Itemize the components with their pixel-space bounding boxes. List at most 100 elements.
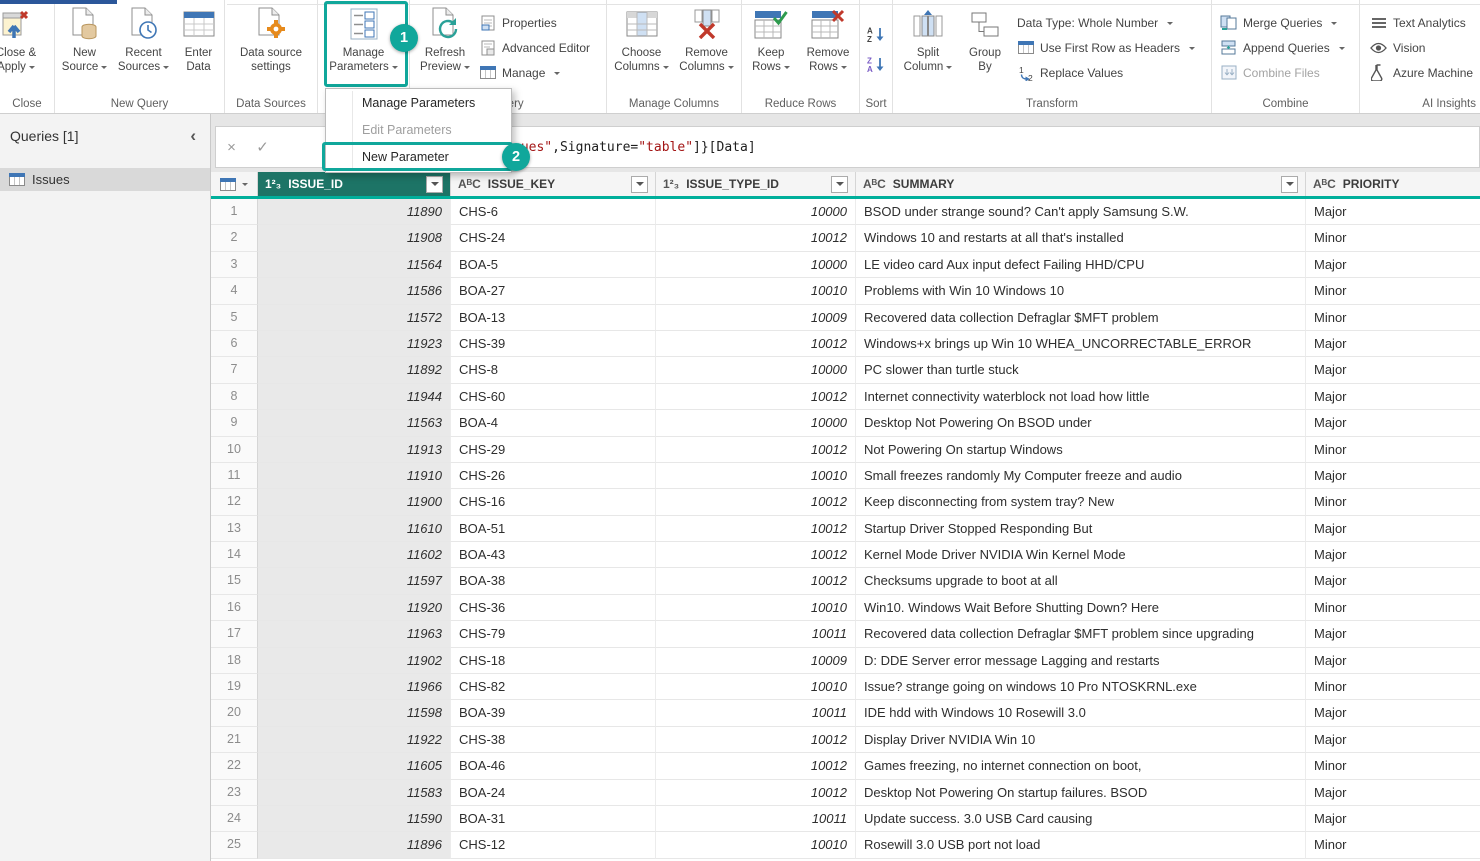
cell-issue-id[interactable]: 11902 xyxy=(258,648,451,674)
cell-issue-id[interactable]: 11890 xyxy=(258,199,451,225)
cell-summary[interactable]: Kernel Mode Driver NVIDIA Win Kernel Mod… xyxy=(856,542,1306,568)
cell-issue-id[interactable]: 11892 xyxy=(258,357,451,383)
row-number-cell[interactable]: 18 xyxy=(211,648,258,674)
data-type-button[interactable]: Data Type: Whole Number xyxy=(1017,14,1195,31)
cell-summary[interactable]: Games freezing, no internet connection o… xyxy=(856,753,1306,779)
filter-dropdown-button[interactable] xyxy=(1281,176,1298,193)
row-number-cell[interactable]: 6 xyxy=(211,331,258,357)
cell-issue-type-id[interactable]: 10012 xyxy=(656,516,856,542)
cell-issue-key[interactable]: CHS-82 xyxy=(451,674,656,700)
row-number-cell[interactable]: 12 xyxy=(211,489,258,515)
cell-summary[interactable]: Recovered data collection Defraglar $MFT… xyxy=(856,621,1306,647)
cell-issue-type-id[interactable]: 10012 xyxy=(656,225,856,251)
cell-issue-id[interactable]: 11963 xyxy=(258,621,451,647)
cell-summary[interactable]: Checksums upgrade to boot at all xyxy=(856,568,1306,594)
cell-issue-id[interactable]: 11597 xyxy=(258,568,451,594)
cell-priority[interactable]: Major xyxy=(1306,621,1480,647)
cell-issue-key[interactable]: CHS-60 xyxy=(451,384,656,410)
row-number-cell[interactable]: 1 xyxy=(211,199,258,225)
split-column-button[interactable]: Split Column xyxy=(897,5,959,74)
cell-priority[interactable]: Major xyxy=(1306,357,1480,383)
cell-issue-key[interactable]: BOA-51 xyxy=(451,516,656,542)
column-header-issue-key[interactable]: AᴮCISSUE_KEY xyxy=(451,172,656,196)
cell-priority[interactable]: Major xyxy=(1306,727,1480,753)
cell-priority[interactable]: Minor xyxy=(1306,305,1480,331)
cell-issue-id[interactable]: 11590 xyxy=(258,806,451,832)
cell-issue-key[interactable]: CHS-18 xyxy=(451,648,656,674)
choose-columns-button[interactable]: Choose Columns xyxy=(611,5,673,74)
column-header-issue-id[interactable]: 1²₃ISSUE_ID xyxy=(258,172,451,196)
cell-issue-key[interactable]: CHS-12 xyxy=(451,832,656,858)
close-apply-button[interactable]: Close & Apply xyxy=(0,5,49,74)
cell-issue-type-id[interactable]: 10010 xyxy=(656,832,856,858)
cell-priority[interactable]: Major xyxy=(1306,199,1480,225)
cell-issue-id[interactable]: 11900 xyxy=(258,489,451,515)
row-number-cell[interactable]: 10 xyxy=(211,437,258,463)
cell-issue-id[interactable]: 11598 xyxy=(258,700,451,726)
row-number-cell[interactable]: 17 xyxy=(211,621,258,647)
cell-summary[interactable]: Windows+x brings up Win 10 WHEA_UNCORREC… xyxy=(856,331,1306,357)
cell-issue-type-id[interactable]: 10012 xyxy=(656,727,856,753)
cell-issue-id[interactable]: 11913 xyxy=(258,437,451,463)
cell-issue-key[interactable]: CHS-26 xyxy=(451,463,656,489)
cell-issue-key[interactable]: BOA-13 xyxy=(451,305,656,331)
text-analytics-button[interactable]: Text Analytics xyxy=(1370,14,1473,31)
cell-issue-key[interactable]: BOA-5 xyxy=(451,252,656,278)
cell-issue-id[interactable]: 11602 xyxy=(258,542,451,568)
row-number-cell[interactable]: 19 xyxy=(211,674,258,700)
cell-priority[interactable]: Major xyxy=(1306,648,1480,674)
row-number-cell[interactable]: 24 xyxy=(211,806,258,832)
new-source-button[interactable]: New Source xyxy=(58,5,112,74)
cell-priority[interactable]: Minor xyxy=(1306,832,1480,858)
cell-issue-key[interactable]: CHS-29 xyxy=(451,437,656,463)
append-queries-button[interactable]: Append Queries xyxy=(1220,39,1345,56)
cell-issue-key[interactable]: CHS-6 xyxy=(451,199,656,225)
cell-issue-type-id[interactable]: 10010 xyxy=(656,463,856,489)
cell-issue-type-id[interactable]: 10011 xyxy=(656,700,856,726)
cell-issue-type-id[interactable]: 10011 xyxy=(656,621,856,647)
azure-machine-learning-button[interactable]: Azure Machine xyxy=(1370,64,1473,81)
filter-dropdown-button[interactable] xyxy=(426,176,443,193)
cell-priority[interactable]: Major xyxy=(1306,331,1480,357)
cell-issue-key[interactable]: CHS-39 xyxy=(451,331,656,357)
remove-rows-button[interactable]: Remove Rows xyxy=(800,5,856,74)
cell-issue-id[interactable]: 11605 xyxy=(258,753,451,779)
row-number-cell[interactable]: 15 xyxy=(211,568,258,594)
cell-priority[interactable]: Major xyxy=(1306,700,1480,726)
cell-issue-type-id[interactable]: 10010 xyxy=(656,595,856,621)
cell-summary[interactable]: Display Driver NVIDIA Win 10 xyxy=(856,727,1306,753)
cell-priority[interactable]: Major xyxy=(1306,806,1480,832)
select-all-corner-button[interactable] xyxy=(211,172,258,196)
file-tab-sliver[interactable] xyxy=(0,0,117,4)
row-number-cell[interactable]: 2 xyxy=(211,225,258,251)
refresh-preview-button[interactable]: Refresh Preview xyxy=(414,5,476,74)
cell-issue-type-id[interactable]: 10012 xyxy=(656,568,856,594)
cell-priority[interactable]: Major xyxy=(1306,384,1480,410)
cell-summary[interactable]: BSOD under strange sound? Can't apply Sa… xyxy=(856,199,1306,225)
cell-priority[interactable]: Major xyxy=(1306,516,1480,542)
cell-summary[interactable]: Recovered data collection Defraglar $MFT… xyxy=(856,305,1306,331)
cell-summary[interactable]: Windows 10 and restarts at all that's in… xyxy=(856,225,1306,251)
cell-issue-key[interactable]: BOA-24 xyxy=(451,780,656,806)
cell-issue-type-id[interactable]: 10000 xyxy=(656,410,856,436)
cell-summary[interactable]: Win10. Windows Wait Before Shutting Down… xyxy=(856,595,1306,621)
cell-summary[interactable]: Not Powering On startup Windows xyxy=(856,437,1306,463)
cell-issue-id[interactable]: 11966 xyxy=(258,674,451,700)
cell-priority[interactable]: Major xyxy=(1306,780,1480,806)
cell-issue-type-id[interactable]: 10012 xyxy=(656,489,856,515)
cell-summary[interactable]: Internet connectivity waterblock not loa… xyxy=(856,384,1306,410)
cell-issue-type-id[interactable]: 10009 xyxy=(656,648,856,674)
cell-summary[interactable]: PC slower than turtle stuck xyxy=(856,357,1306,383)
cell-issue-id[interactable]: 11920 xyxy=(258,595,451,621)
cell-summary[interactable]: Keep disconnecting from system tray? New xyxy=(856,489,1306,515)
cell-issue-type-id[interactable]: 10010 xyxy=(656,278,856,304)
cell-issue-key[interactable]: BOA-4 xyxy=(451,410,656,436)
remove-columns-button[interactable]: Remove Columns xyxy=(676,5,738,74)
collapse-pane-icon[interactable]: ‹ xyxy=(190,127,196,144)
cell-priority[interactable]: Major xyxy=(1306,463,1480,489)
cell-issue-key[interactable]: CHS-38 xyxy=(451,727,656,753)
row-number-cell[interactable]: 5 xyxy=(211,305,258,331)
row-number-cell[interactable]: 20 xyxy=(211,700,258,726)
cell-issue-key[interactable]: BOA-43 xyxy=(451,542,656,568)
properties-button[interactable]: Properties xyxy=(479,14,590,31)
